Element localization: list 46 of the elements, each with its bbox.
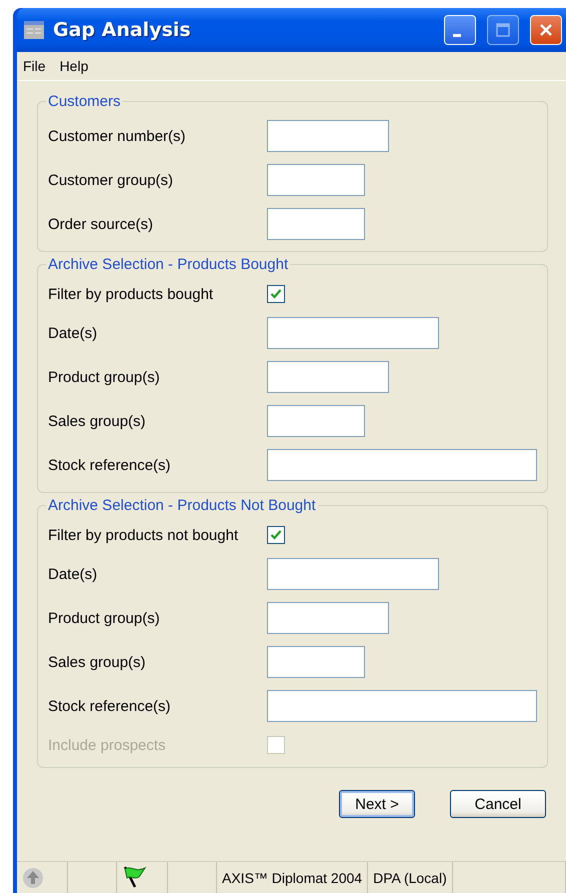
input-field[interactable] [267, 361, 389, 393]
field-label: Sales group(s) [48, 412, 147, 430]
input-field[interactable] [267, 164, 365, 196]
minimize-button[interactable] [444, 15, 476, 45]
group-title: Customers [47, 93, 122, 110]
input-field[interactable] [267, 690, 537, 722]
field-label: Stock reference(s) [48, 698, 172, 714]
field-label: Customer number(s) [48, 128, 187, 144]
input-field[interactable] [267, 646, 365, 678]
next-button[interactable]: Next > [339, 790, 415, 818]
field-label: Filter by products bought [48, 286, 214, 302]
field-label: Product group(s) [48, 368, 161, 386]
input-field[interactable] [267, 317, 439, 349]
input-field[interactable] [267, 208, 365, 240]
field-label: Order source(s) [48, 216, 154, 232]
group-title: Archive Selection - Products Bought [47, 256, 290, 273]
field-label: Customer group(s) [48, 172, 174, 188]
menu-item[interactable]: Help [60, 58, 88, 74]
check-icon [270, 529, 282, 541]
input-field[interactable] [267, 120, 389, 152]
input-field[interactable] [267, 405, 365, 437]
field-label: Date(s) [48, 566, 98, 582]
input-field[interactable] [267, 449, 537, 481]
field-label: Stock reference(s) [48, 456, 172, 474]
check-icon [270, 288, 282, 300]
field-label: Date(s) [48, 324, 98, 342]
minimize-icon [453, 34, 461, 36]
maximize-icon [495, 22, 511, 38]
status-text: DPA (Local) [373, 870, 447, 886]
checkbox[interactable] [267, 526, 285, 544]
input-field[interactable] [267, 558, 439, 590]
window-title: Gap Analysis [53, 19, 192, 41]
menu-item[interactable]: File [23, 58, 46, 74]
field-label: Sales group(s) [48, 654, 147, 670]
group-title: Archive Selection - Products Not Bought [47, 497, 317, 514]
cancel-button[interactable]: Cancel [450, 790, 546, 818]
field-label: Product group(s) [48, 610, 161, 626]
status-text: AXIS™ Diplomat 2004 [222, 870, 362, 886]
window-icon [23, 20, 45, 40]
field-label: Filter by products not bought [48, 526, 240, 544]
field-label: Include prospects [48, 736, 167, 754]
checkbox[interactable] [267, 285, 285, 303]
close-button[interactable] [530, 15, 562, 45]
input-field[interactable] [267, 602, 389, 634]
flag-icon [122, 864, 148, 890]
close-icon [538, 22, 554, 38]
